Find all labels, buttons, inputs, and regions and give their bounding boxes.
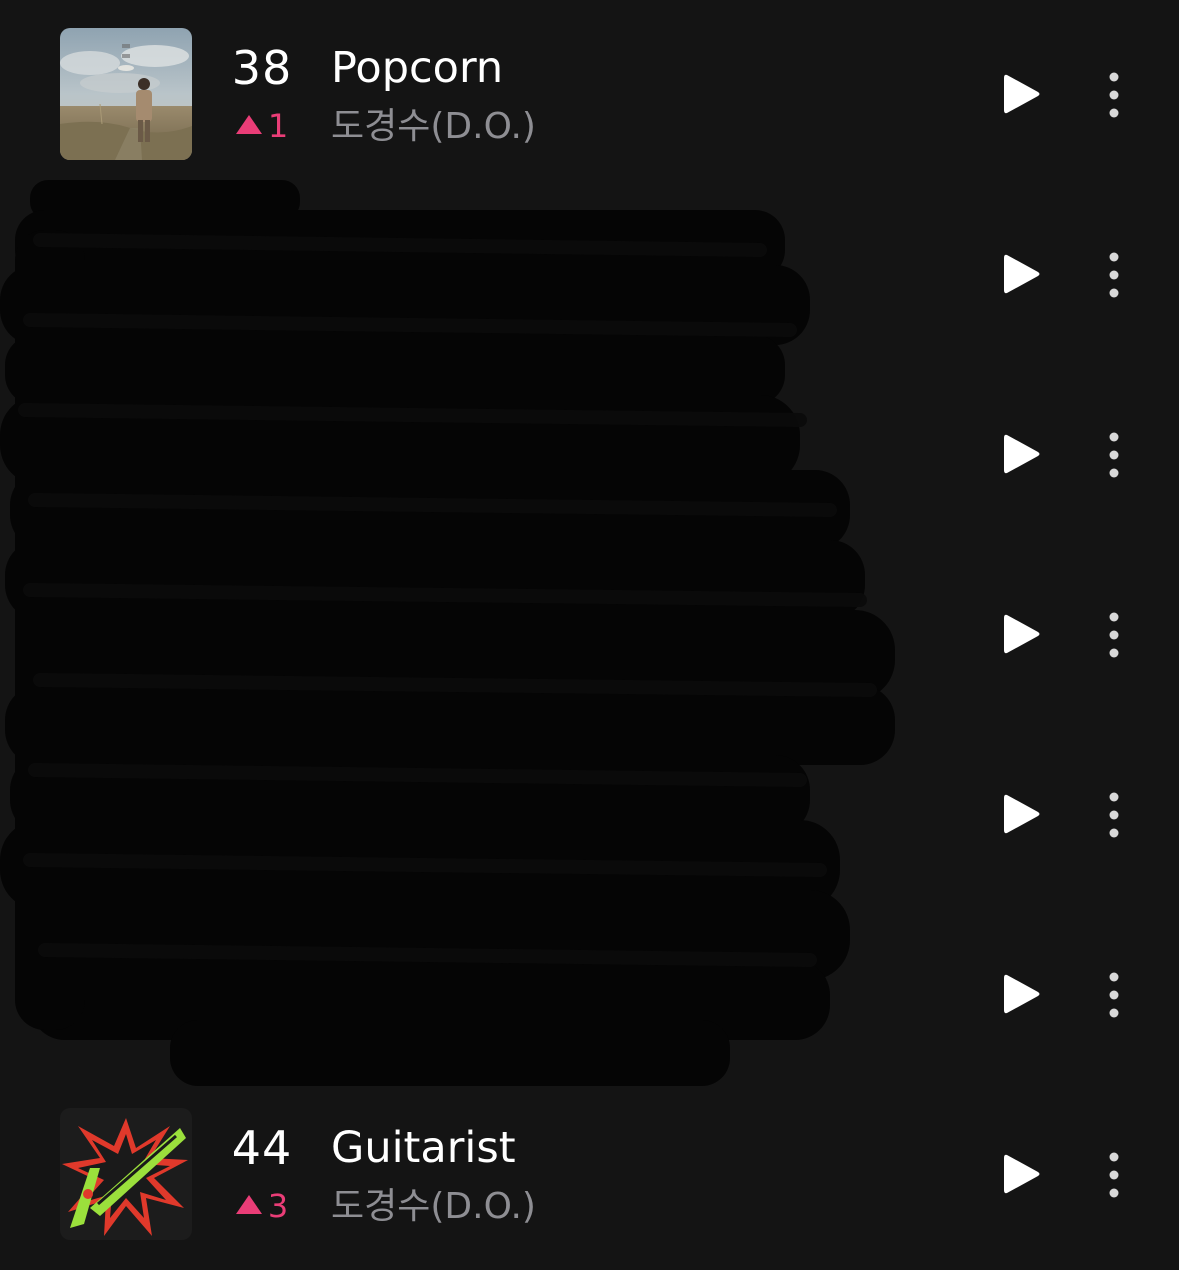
more-vertical-icon xyxy=(1109,72,1119,118)
chart-row[interactable] xyxy=(0,540,1179,720)
song-title[interactable]: Guitarist xyxy=(331,1120,516,1176)
more-vertical-icon xyxy=(1109,1152,1119,1198)
chart-row[interactable] xyxy=(0,360,1179,540)
more-vertical-icon xyxy=(1109,612,1119,658)
rank-change-value: 1 xyxy=(267,107,289,145)
play-button[interactable] xyxy=(1003,972,1041,1016)
triangle-up-icon xyxy=(235,115,262,134)
more-vertical-icon xyxy=(1109,252,1119,298)
chart-list: 38 1 Popcorn 도경수(D.O.) 44 3 Guitarist 도경… xyxy=(0,0,1179,1270)
more-options-button[interactable] xyxy=(1098,1150,1130,1200)
artist-name[interactable]: 도경수(D.O.) xyxy=(331,104,536,150)
rank-number: 38 xyxy=(231,41,293,95)
chart-row[interactable]: 44 3 Guitarist 도경수(D.O.) xyxy=(0,1080,1179,1260)
more-options-button[interactable] xyxy=(1098,70,1130,120)
artist-name[interactable]: 도경수(D.O.) xyxy=(331,1184,536,1230)
rank-number: 44 xyxy=(231,1121,293,1175)
more-options-button[interactable] xyxy=(1098,250,1130,300)
album-cover-guitarist-icon xyxy=(60,1108,192,1240)
play-icon xyxy=(1004,254,1040,294)
play-button[interactable] xyxy=(1003,252,1041,296)
song-title[interactable]: Popcorn xyxy=(331,40,503,96)
more-options-button[interactable] xyxy=(1098,430,1130,480)
play-icon xyxy=(1004,614,1040,654)
play-icon xyxy=(1004,1154,1040,1194)
chart-row[interactable] xyxy=(0,900,1179,1080)
play-button[interactable] xyxy=(1003,612,1041,656)
more-options-button[interactable] xyxy=(1098,790,1130,840)
play-icon xyxy=(1004,74,1040,114)
triangle-up-icon xyxy=(235,1195,262,1214)
more-options-button[interactable] xyxy=(1098,610,1130,660)
more-vertical-icon xyxy=(1109,972,1119,1018)
play-button[interactable] xyxy=(1003,792,1041,836)
more-options-button[interactable] xyxy=(1098,970,1130,1020)
album-cover-popcorn-icon xyxy=(60,28,192,160)
rank-change: 3 xyxy=(226,1186,298,1226)
chart-row[interactable] xyxy=(0,180,1179,360)
play-button[interactable] xyxy=(1003,1152,1041,1196)
chart-row[interactable] xyxy=(0,720,1179,900)
album-cover[interactable] xyxy=(60,1108,192,1240)
album-cover[interactable] xyxy=(60,28,192,160)
play-button[interactable] xyxy=(1003,432,1041,476)
play-icon xyxy=(1004,434,1040,474)
play-icon xyxy=(1004,794,1040,834)
play-icon xyxy=(1004,974,1040,1014)
more-vertical-icon xyxy=(1109,792,1119,838)
rank-change: 1 xyxy=(226,106,298,146)
play-button[interactable] xyxy=(1003,72,1041,116)
chart-row[interactable]: 38 1 Popcorn 도경수(D.O.) xyxy=(0,0,1179,180)
more-vertical-icon xyxy=(1109,432,1119,478)
rank-change-value: 3 xyxy=(267,1187,289,1225)
